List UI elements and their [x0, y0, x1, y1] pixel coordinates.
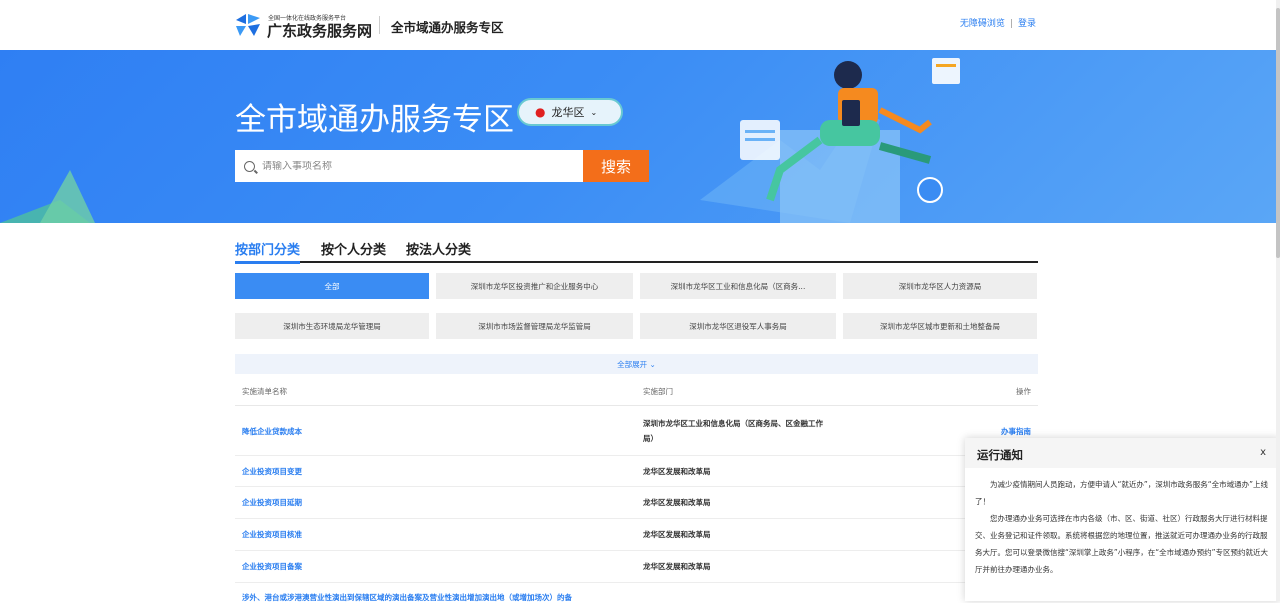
notice-paragraph: 为减少疫情期间人员跑动，方便申请人“就近办”，深圳市政务服务“全市域通办”上线了…	[975, 480, 1269, 506]
search-box	[235, 150, 583, 182]
search-input[interactable]	[262, 160, 562, 172]
item-department: 深圳市龙华区工业和信息化局（区商务局、区金融工作局）	[643, 419, 823, 443]
dept-market-supervision[interactable]: 深圳市市场监督管理局龙华监管局	[436, 313, 633, 339]
column-header-name: 实施清单名称	[242, 387, 287, 396]
link-separator: |	[1009, 19, 1013, 29]
banner-title: 全市域通办服务专区	[235, 102, 514, 138]
login-link[interactable]: 登录	[1018, 19, 1036, 29]
dept-ecology-environment[interactable]: 深圳市生态环境局龙华管理局	[235, 313, 429, 339]
item-department: 龙华区发展和改革局	[643, 467, 711, 476]
page-scrollbar[interactable]	[1276, 0, 1280, 601]
column-header-department: 实施部门	[643, 387, 673, 396]
item-department: 龙华区发展和改革局	[643, 562, 711, 571]
item-name-link[interactable]: 企业投资项目核准	[242, 529, 302, 540]
table-row: 企业投资项目延期 龙华区发展和改革局	[235, 487, 1038, 519]
item-name-link[interactable]: 降低企业贷款成本	[242, 426, 302, 437]
item-department: 龙华区发展和改革局	[643, 530, 711, 539]
notice-title: 运行通知	[977, 448, 1023, 462]
brand-divider	[379, 16, 380, 34]
item-name-link[interactable]: 企业投资项目延期	[242, 497, 302, 508]
category-tabs: 按部门分类 按个人分类 按法人分类	[235, 239, 1038, 264]
notice-popup: 运行通知 x 为减少疫情期间人员跑动，方便申请人“就近办”，深圳市政务服务“全市…	[965, 438, 1280, 601]
guangdong-logo-icon[interactable]	[234, 12, 262, 38]
table-header: 实施清单名称 实施部门 操作	[235, 378, 1038, 406]
item-name-link[interactable]: 企业投资项目变更	[242, 466, 302, 477]
table-row: 企业投资项目变更 龙华区发展和改革局	[235, 456, 1038, 487]
table-row: 企业投资项目备案 龙华区发展和改革局	[235, 551, 1038, 583]
dept-investment-promotion[interactable]: 深圳市龙华区投资推广和企业服务中心	[436, 273, 633, 299]
table-row: 涉外、港台或涉港澳营业性演出到保辖区域的演出备案及营业性演出增加演出地（或增加场…	[235, 583, 1038, 603]
dept-urban-renewal[interactable]: 深圳市龙华区城市更新和土地整备局	[843, 313, 1037, 339]
tab-by-department[interactable]: 按部门分类	[235, 239, 301, 264]
hero-banner: 全市域通办服务专区 ● 龙华区 ⌄ 搜索	[0, 50, 1276, 223]
zone-title: 全市域通办服务专区	[391, 20, 504, 35]
expand-all-button[interactable]: 全部展开 ⌄	[235, 354, 1038, 374]
dept-human-resources[interactable]: 深圳市龙华区人力资源局	[843, 273, 1037, 299]
dept-all[interactable]: 全部	[235, 273, 429, 299]
region-label: 龙华区	[551, 106, 585, 119]
accessibility-link[interactable]: 无障碍浏览	[960, 19, 1005, 29]
close-icon[interactable]: x	[1260, 447, 1266, 458]
top-header: 全国一体化在线政务服务平台 广东政务服务网 全市域通办服务专区 无障碍浏览 | 登录	[0, 0, 1280, 50]
column-header-action: 操作	[1016, 387, 1031, 396]
top-links: 无障碍浏览 | 登录	[960, 16, 1036, 29]
notice-body: 为减少疫情期间人员跑动，方便申请人“就近办”，深圳市政务服务“全市域通办”上线了…	[965, 468, 1280, 578]
item-department: 龙华区发展和改革局	[643, 498, 711, 507]
search-icon	[244, 160, 255, 172]
table-row: 降低企业贷款成本 深圳市龙华区工业和信息化局（区商务局、区金融工作局） 办事指南	[235, 406, 1038, 456]
dept-veterans-affairs[interactable]: 深圳市龙华区退役军人事务局	[640, 313, 836, 339]
location-pin-icon: ●	[535, 105, 546, 119]
chevron-down-icon: ⌄	[590, 107, 598, 117]
notice-paragraph: 您办理通办业务可选择在市内各级（市、区、街道、社区）行政服务大厅进行材料提交、业…	[975, 514, 1269, 574]
item-name-link[interactable]: 企业投资项目备案	[242, 561, 302, 572]
item-name-link[interactable]: 涉外、港台或涉港澳营业性演出到保辖区域的演出备案及营业性演出增加演出地（或增加场…	[242, 592, 572, 603]
scrollbar-thumb[interactable]	[1276, 8, 1280, 258]
search-button[interactable]: 搜索	[583, 150, 649, 182]
guide-link[interactable]: 办事指南	[1001, 426, 1031, 437]
notice-header: 运行通知 x	[965, 438, 1280, 468]
table-row: 企业投资项目核准 龙华区发展和改革局	[235, 519, 1038, 551]
tab-by-individual[interactable]: 按个人分类	[321, 239, 386, 258]
site-name[interactable]: 广东政务服务网	[267, 20, 372, 41]
banner-illustration	[0, 58, 960, 223]
dept-industry-it[interactable]: 深圳市龙华区工业和信息化局（区商务...	[640, 273, 836, 299]
region-selector[interactable]: ● 龙华区 ⌄	[517, 98, 623, 126]
tab-by-legal-entity[interactable]: 按法人分类	[406, 239, 471, 258]
